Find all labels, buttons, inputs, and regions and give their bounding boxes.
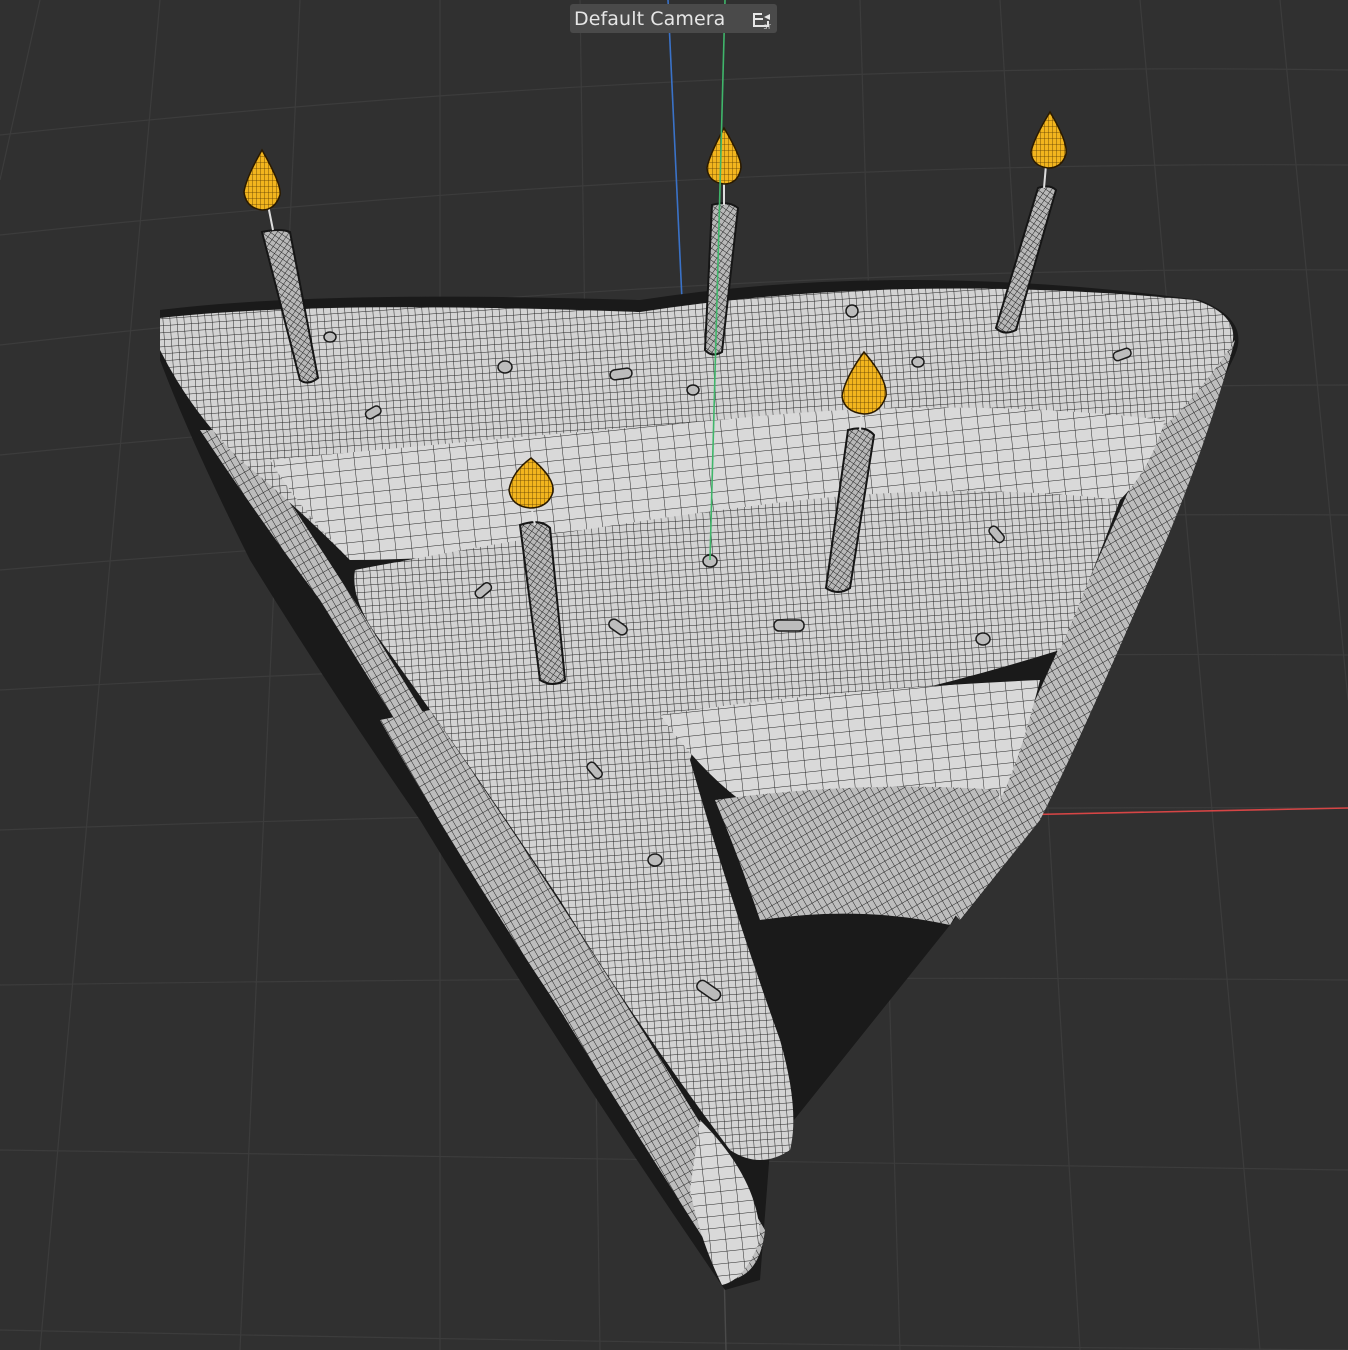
- candle-flame-2: [706, 126, 742, 185]
- z-axis-line: [667, 0, 683, 301]
- candle-flame-1: [243, 148, 281, 211]
- camera-switch-icon[interactable]: ST: [749, 7, 773, 31]
- camera-label: Default Camera: [574, 7, 726, 30]
- cut-step-lower: [715, 786, 1000, 925]
- cake-slice[interactable]: [160, 110, 1239, 1290]
- scene-canvas[interactable]: [0, 0, 1348, 1350]
- x-axis-line: [1009, 807, 1348, 816]
- 3d-viewport[interactable]: Default Camera ST: [0, 0, 1348, 1350]
- svg-text:ST: ST: [764, 24, 772, 31]
- camera-selector[interactable]: Default Camera ST: [570, 4, 777, 33]
- candle-flame-3: [1030, 110, 1067, 169]
